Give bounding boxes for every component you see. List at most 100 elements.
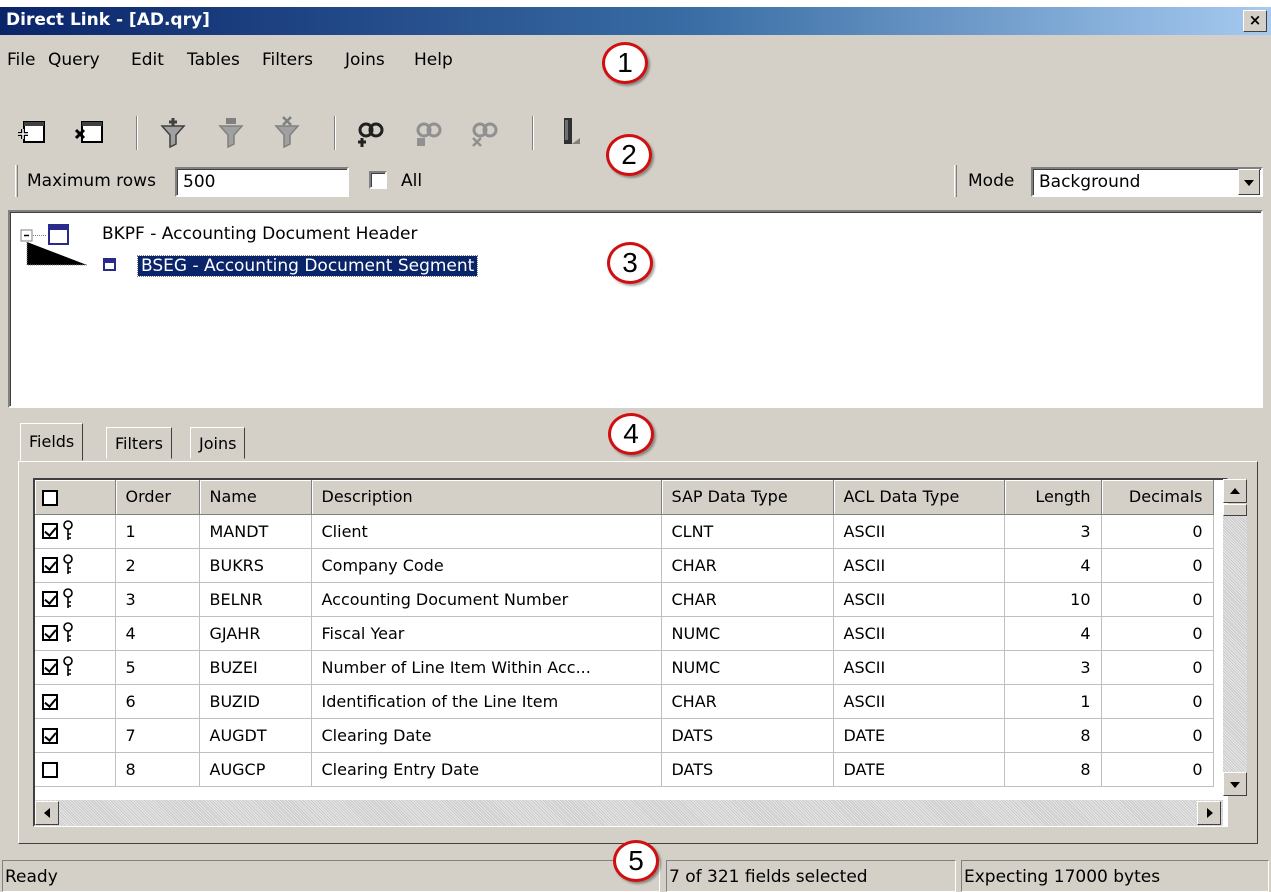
chevron-down-icon xyxy=(1244,180,1254,186)
cell-description: Fiscal Year xyxy=(311,616,662,651)
menu-joins[interactable]: Joins xyxy=(345,50,385,70)
max-rows-input[interactable]: 500 xyxy=(175,167,349,197)
menu-file[interactable]: File xyxy=(7,50,35,70)
column-header-decimals[interactable]: Decimals xyxy=(1101,480,1214,515)
fields-grid[interactable]: Order Name Description SAP Data Type ACL… xyxy=(33,478,1228,827)
scroll-up-button[interactable] xyxy=(1223,479,1247,503)
cell-sap: CLNT xyxy=(661,514,834,549)
column-header-acl-data-type[interactable]: ACL Data Type xyxy=(833,480,1005,515)
add-table-icon[interactable] xyxy=(14,116,48,150)
cell-name: AUGDT xyxy=(199,718,312,753)
column-header-sap-data-type[interactable]: SAP Data Type xyxy=(661,480,834,515)
row-checkbox[interactable] xyxy=(42,762,58,778)
remove-join-icon[interactable] xyxy=(468,116,502,150)
table-row[interactable]: 2 BUKRS Company Code CHAR ASCII 4 0 xyxy=(35,548,1214,583)
scroll-track[interactable] xyxy=(1223,504,1247,772)
status-ready: Ready xyxy=(2,860,660,892)
cell-decimals: 0 xyxy=(1101,650,1214,685)
mode-dropdown-button[interactable] xyxy=(1238,169,1260,195)
table-row[interactable]: 6 BUZID Identification of the Line Item CHA… xyxy=(35,684,1214,719)
mode-select[interactable]: Background xyxy=(1031,167,1263,197)
scroll-left-button[interactable] xyxy=(35,801,59,825)
row-checkbox[interactable] xyxy=(42,659,58,675)
cell-length: 8 xyxy=(1004,752,1102,787)
cell-order: 6 xyxy=(115,684,200,719)
cell-acl: DATE xyxy=(833,718,1005,753)
row-select-cell[interactable] xyxy=(35,752,116,787)
cell-description: Company Code xyxy=(311,548,662,583)
cell-name: AUGCP xyxy=(199,752,312,787)
column-header-name[interactable]: Name xyxy=(199,480,312,515)
menu-filters[interactable]: Filters xyxy=(262,50,313,70)
arrow-up-icon xyxy=(1230,488,1240,494)
tab-filters[interactable]: Filters xyxy=(106,427,172,459)
table-row[interactable]: 7 AUGDT Clearing Date DATS DATE 8 0 xyxy=(35,718,1214,753)
close-button[interactable]: × xyxy=(1243,10,1267,32)
toolbar-separator xyxy=(136,116,138,150)
add-filter-icon[interactable] xyxy=(156,116,190,150)
tree-node-bkpf[interactable]: BKPF - Accounting Document Header xyxy=(102,224,418,244)
cell-decimals: 0 xyxy=(1101,752,1214,787)
column-header-length[interactable]: Length xyxy=(1004,480,1102,515)
tree-node-bseg[interactable]: BSEG - Accounting Document Segment xyxy=(136,255,479,277)
menu-query[interactable]: Query xyxy=(48,50,100,70)
scroll-down-button[interactable] xyxy=(1223,772,1247,796)
table-row[interactable]: 4 GJAHR Fiscal Year NUMC ASCII 4 0 xyxy=(35,616,1214,651)
cell-name: BUZID xyxy=(199,684,312,719)
menu-help[interactable]: Help xyxy=(414,50,453,70)
top-margin xyxy=(0,0,1271,7)
remove-table-icon[interactable] xyxy=(72,116,106,150)
row-select-cell[interactable] xyxy=(35,582,116,617)
options-grip[interactable] xyxy=(15,165,18,197)
max-rows-label: Maximum rows xyxy=(27,171,156,191)
row-select-cell[interactable] xyxy=(35,684,116,719)
cell-decimals: 0 xyxy=(1101,718,1214,753)
menu-tables[interactable]: Tables xyxy=(187,50,240,70)
row-checkbox[interactable] xyxy=(42,523,58,539)
run-query-icon[interactable] xyxy=(554,116,588,150)
select-all-checkbox[interactable] xyxy=(42,489,58,506)
row-select-cell[interactable] xyxy=(35,514,116,549)
row-select-cell[interactable] xyxy=(35,548,116,583)
edit-filter-icon[interactable] xyxy=(214,116,248,150)
menu-edit[interactable]: Edit xyxy=(131,50,164,70)
all-rows-checkbox[interactable] xyxy=(369,171,387,189)
tab-joins[interactable]: Joins xyxy=(190,427,246,459)
cell-acl: ASCII xyxy=(833,514,1005,549)
table-tree[interactable]: BKPF - Accounting Document Header BSEG -… xyxy=(8,210,1263,408)
table-row[interactable]: 5 BUZEI Number of Line Item Within Acc... N… xyxy=(35,650,1214,685)
row-checkbox[interactable] xyxy=(42,591,58,607)
scroll-thumb[interactable] xyxy=(1223,504,1247,516)
row-checkbox[interactable] xyxy=(42,728,58,744)
table-row[interactable]: 3 BELNR Accounting Document Number CHAR ASCI… xyxy=(35,582,1214,617)
row-select-cell[interactable] xyxy=(35,616,116,651)
edit-join-icon[interactable] xyxy=(412,116,446,150)
row-checkbox[interactable] xyxy=(42,694,58,710)
table-row[interactable]: 8 AUGCP Clearing Entry Date DATS DATE 8 0 xyxy=(35,752,1214,787)
column-header-order[interactable]: Order xyxy=(115,480,200,515)
cell-decimals: 0 xyxy=(1101,582,1214,617)
key-icon xyxy=(63,622,73,642)
grid-vertical-scrollbar[interactable] xyxy=(1222,478,1248,826)
tab-fields[interactable]: Fields xyxy=(20,423,84,461)
cell-length: 4 xyxy=(1004,548,1102,583)
key-icon xyxy=(63,520,73,540)
title-bar[interactable]: Direct Link - [AD.qry] × xyxy=(0,7,1271,35)
remove-filter-icon[interactable] xyxy=(270,116,304,150)
grid-horizontal-scrollbar[interactable] xyxy=(35,800,1223,826)
add-join-icon[interactable] xyxy=(354,116,388,150)
row-select-cell[interactable] xyxy=(35,650,116,685)
cell-length: 3 xyxy=(1004,650,1102,685)
scroll-right-button[interactable] xyxy=(1197,801,1221,825)
column-header-description[interactable]: Description xyxy=(311,480,662,515)
callout-5: 5 xyxy=(613,840,659,882)
cell-length: 4 xyxy=(1004,616,1102,651)
row-checkbox[interactable] xyxy=(42,557,58,573)
row-select-cell[interactable] xyxy=(35,718,116,753)
select-all-header[interactable] xyxy=(35,480,116,515)
cell-length: 10 xyxy=(1004,582,1102,617)
row-checkbox[interactable] xyxy=(42,625,58,641)
cell-order: 5 xyxy=(115,650,200,685)
table-row[interactable]: 1 MANDT Client CLNT ASCII 3 0 xyxy=(35,514,1214,549)
mode-grip[interactable] xyxy=(954,165,957,197)
